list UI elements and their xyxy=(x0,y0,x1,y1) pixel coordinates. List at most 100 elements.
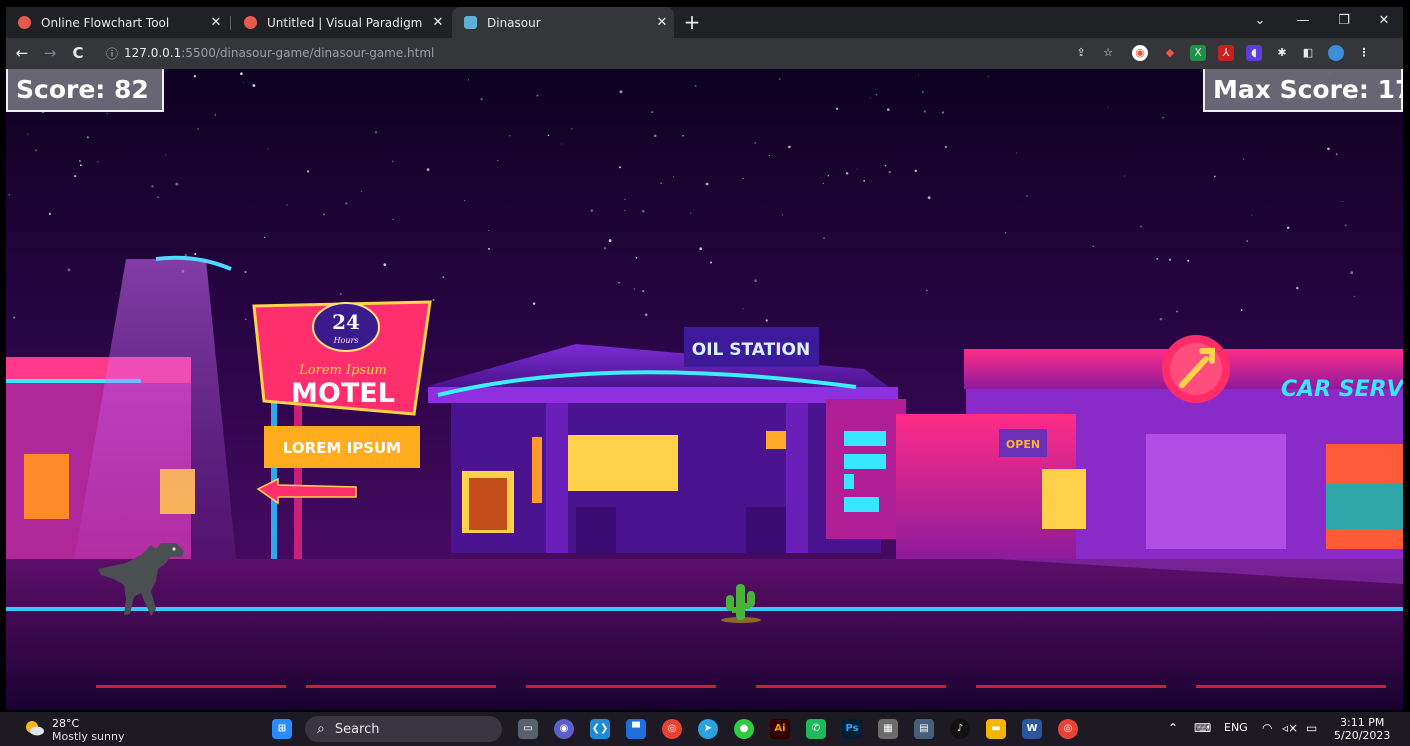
excel-extension-icon[interactable]: X xyxy=(1190,45,1206,61)
url-path: :5500/dinasour-game/dinasour-game.html xyxy=(181,46,435,60)
photoshop-icon[interactable]: Ps xyxy=(842,719,862,739)
star xyxy=(79,160,81,162)
tab-online-flowchart[interactable]: Online Flowchart Tool ✕ xyxy=(6,7,228,38)
motel-banner-text: LOREM IPSUM xyxy=(283,439,401,457)
star xyxy=(79,164,82,167)
star xyxy=(765,319,768,322)
task-view-icon[interactable]: ▭ xyxy=(518,719,538,739)
address-bar[interactable]: ⓘ 127.0.0.1:5500/dinasour-game/dinasour-… xyxy=(106,41,1106,65)
audio-extension-icon[interactable]: ◖ xyxy=(1246,45,1262,61)
keyboard-icon[interactable]: ⌨ xyxy=(1194,721,1211,735)
max-score-value: 17 xyxy=(1377,75,1403,104)
file-explorer-icon[interactable]: ▬ xyxy=(986,719,1006,739)
star xyxy=(532,302,536,305)
search-input[interactable] xyxy=(332,720,477,738)
oil-station-sign-text: OIL STATION xyxy=(692,340,811,360)
close-tab-icon[interactable]: ✕ xyxy=(426,15,450,30)
star xyxy=(822,182,824,184)
show-hidden-icons-chevron[interactable]: ⌃ xyxy=(1168,721,1178,735)
star xyxy=(856,168,858,170)
star xyxy=(267,148,269,150)
star xyxy=(918,74,920,76)
language-indicator[interactable]: ENG xyxy=(1224,721,1248,734)
reload-button[interactable]: C xyxy=(68,44,88,62)
star xyxy=(987,76,989,78)
share-icon[interactable]: ⇪ xyxy=(1073,45,1089,61)
screen: Online Flowchart Tool ✕ Untitled | Visua… xyxy=(0,0,1410,746)
bookmark-star-icon[interactable]: ☆ xyxy=(1100,45,1116,61)
star xyxy=(1344,224,1347,227)
file-transfer-icon[interactable]: ▤ xyxy=(914,719,934,739)
star xyxy=(635,256,638,259)
illustrator-icon[interactable]: Ai xyxy=(770,719,790,739)
star xyxy=(888,170,892,174)
side-panel-icon[interactable]: ◧ xyxy=(1300,45,1316,61)
msmw-app-icon[interactable]: ▦ xyxy=(878,719,898,739)
profile-extension-icon[interactable]: ◉ xyxy=(1132,45,1148,61)
star xyxy=(1107,106,1109,108)
battery-icon[interactable]: ▭ xyxy=(1306,721,1317,735)
word-icon[interactable]: W xyxy=(1022,719,1042,739)
star xyxy=(884,164,887,167)
tab-dinasour[interactable]: Dinasour ✕ xyxy=(452,7,674,38)
star xyxy=(823,237,826,240)
star xyxy=(690,212,692,214)
start-windows-icon[interactable]: ⊞ xyxy=(272,719,292,739)
star xyxy=(1140,225,1143,228)
star xyxy=(944,145,948,149)
minimize-button[interactable]: — xyxy=(1291,13,1315,28)
url-host: 127.0.0.1 xyxy=(124,46,182,60)
phone-app-icon[interactable]: ✆ xyxy=(806,719,826,739)
star xyxy=(252,84,256,87)
profile-avatar-icon[interactable] xyxy=(1328,45,1344,61)
teams-chat-icon[interactable]: ◉ xyxy=(554,719,574,739)
star xyxy=(487,247,490,250)
tiktok-icon[interactable]: ♪ xyxy=(950,719,970,739)
close-window-button[interactable]: ✕ xyxy=(1372,13,1396,28)
system-clock[interactable]: 3:11 PM 5/20/2023 xyxy=(1334,716,1390,742)
max-score-display: Max Score: 17 xyxy=(1203,69,1403,112)
forward-button[interactable]: → xyxy=(40,44,60,62)
back-button[interactable]: ← xyxy=(12,44,32,62)
star xyxy=(624,199,626,201)
clock-date: 5/20/2023 xyxy=(1334,729,1391,742)
tab-strip: Online Flowchart Tool ✕ Untitled | Visua… xyxy=(6,7,1403,38)
star xyxy=(165,154,167,156)
telegram-icon[interactable]: ➤ xyxy=(698,719,718,739)
green-app-icon[interactable]: ● xyxy=(734,719,754,739)
tab-visual-paradigm[interactable]: Untitled | Visual Paradigm Online ✕ xyxy=(232,7,450,38)
star xyxy=(67,268,71,272)
menu-kebab-icon[interactable]: ⋮ xyxy=(1356,45,1372,61)
extensions-puzzle-icon[interactable]: ✱ xyxy=(1274,45,1290,61)
star xyxy=(1286,226,1290,230)
close-tab-icon[interactable]: ✕ xyxy=(204,15,228,30)
star xyxy=(781,214,783,216)
star xyxy=(624,209,626,211)
star xyxy=(709,261,713,264)
star xyxy=(1016,152,1018,154)
color-extension-icon[interactable]: ◆ xyxy=(1162,45,1178,61)
star xyxy=(886,108,890,111)
close-tab-icon[interactable]: ✕ xyxy=(650,15,674,30)
star xyxy=(1246,240,1248,242)
new-tab-button[interactable]: + xyxy=(682,12,702,33)
search-icon: ⌕ xyxy=(317,721,325,737)
star xyxy=(1240,309,1243,311)
site-info-icon[interactable]: ⓘ xyxy=(106,45,124,62)
tab-search-icon[interactable]: ⌄ xyxy=(1248,13,1272,28)
vscode-icon[interactable]: ❮❯ xyxy=(590,719,610,739)
game-canvas[interactable]: 24 Hours Lorem Ipsum MOTEL LOREM IPSUM O… xyxy=(6,69,1403,710)
wifi-icon[interactable]: ◠ xyxy=(1262,721,1272,735)
star xyxy=(392,218,394,220)
chrome-icon[interactable]: ◎ xyxy=(662,719,682,739)
star xyxy=(1092,245,1094,247)
star xyxy=(243,81,244,83)
score-label: Score: xyxy=(16,75,114,104)
restore-button[interactable]: ❐ xyxy=(1332,13,1356,28)
taskbar-search[interactable]: ⌕ xyxy=(305,716,502,742)
volume-muted-icon[interactable]: ◃× xyxy=(1282,721,1298,735)
visual-paradigm-icon xyxy=(244,16,257,29)
chrome-active-icon[interactable]: ◎ xyxy=(1058,719,1078,739)
pdf-extension-icon[interactable]: ⅄ xyxy=(1218,45,1234,61)
desktop-app-icon[interactable]: ▀ xyxy=(626,719,646,739)
